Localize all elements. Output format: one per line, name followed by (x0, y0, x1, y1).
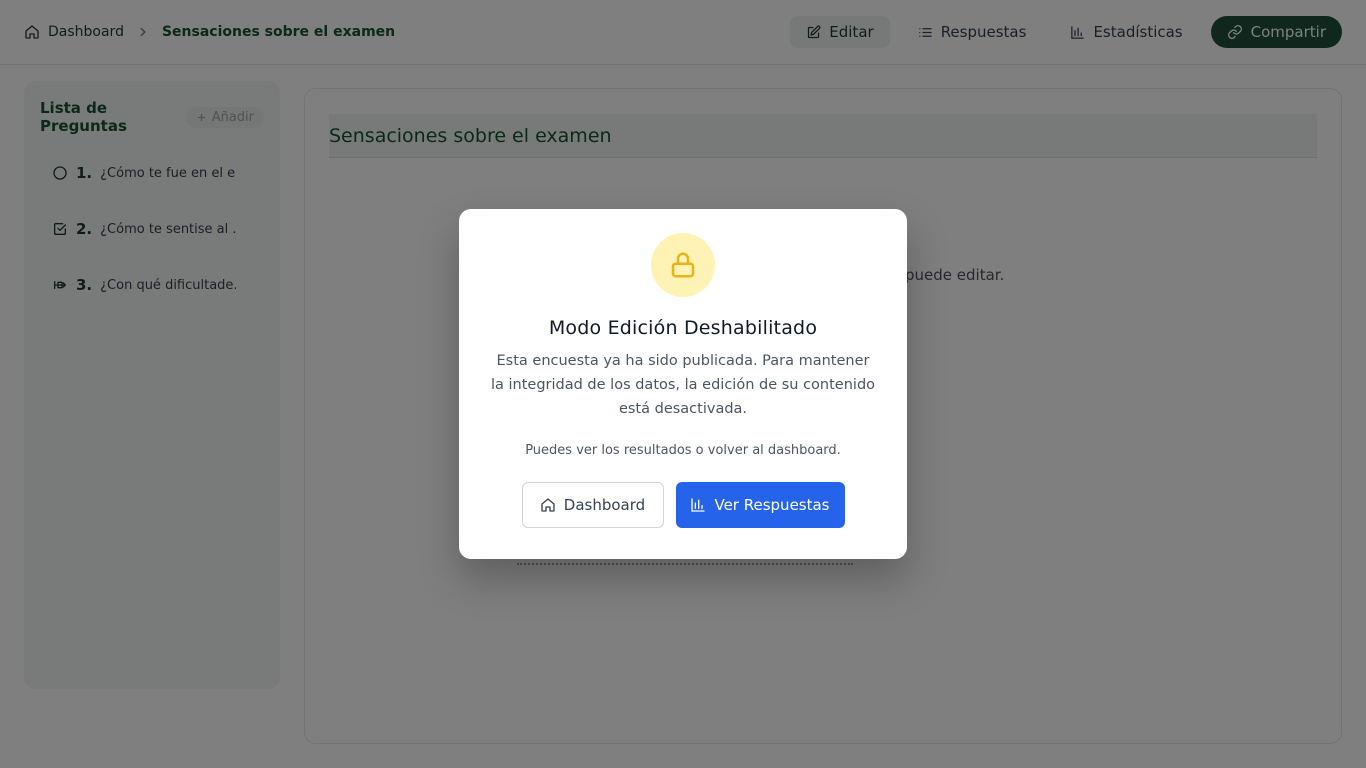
modal-title: Modo Edición Deshabilitado (548, 317, 818, 339)
modal-description: Esta encuesta ya ha sido publicada. Para… (490, 353, 876, 417)
home-icon (540, 497, 556, 513)
bar-chart-icon (690, 497, 706, 513)
view-responses-button[interactable]: Ver Respuestas (675, 482, 845, 528)
modal-actions: Dashboard Ver Respuestas (459, 482, 907, 528)
view-responses-label: Ver Respuestas (714, 496, 830, 514)
dashboard-button[interactable]: Dashboard (521, 482, 664, 528)
lock-icon-badge (651, 233, 715, 297)
dashboard-button-label: Dashboard (563, 496, 646, 514)
edit-disabled-modal: Modo Edición Deshabilitado Esta encuesta… (459, 209, 907, 559)
lock-icon (668, 250, 698, 280)
modal-hint: Puedes ver los resultados o volver al da… (525, 443, 841, 458)
